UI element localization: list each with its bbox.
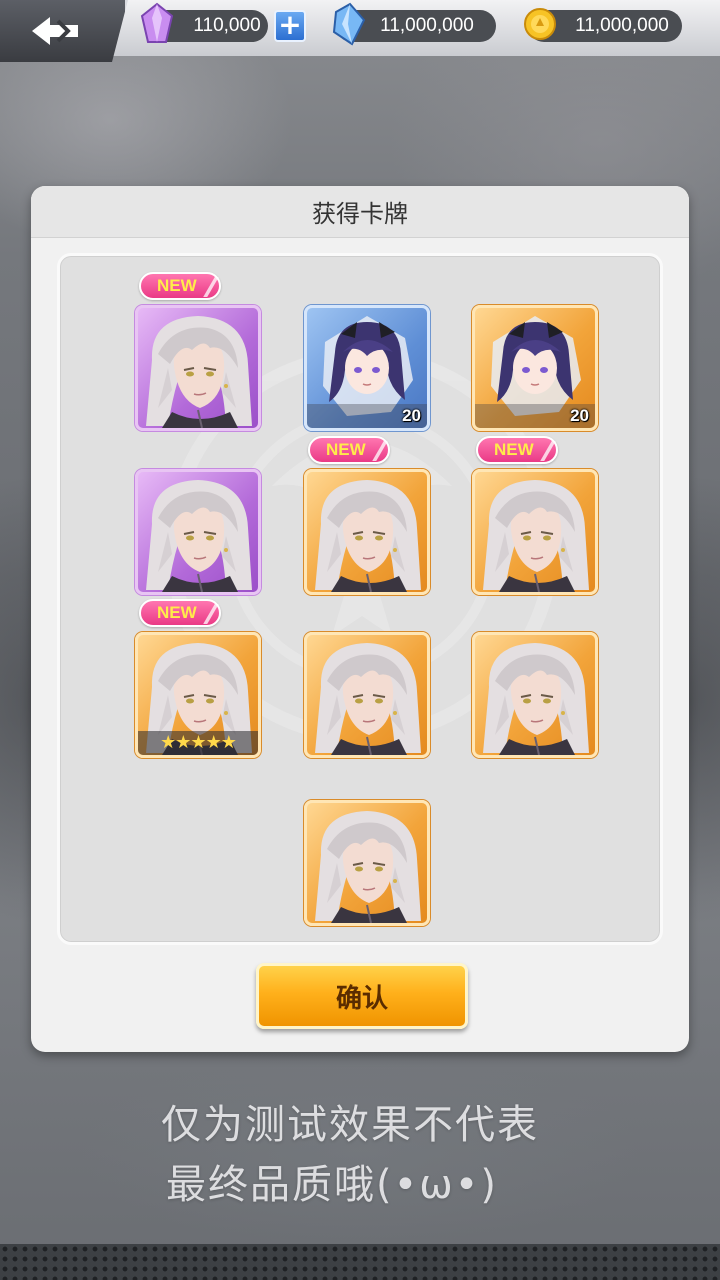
- silver-hair-man-portrait-icon: [483, 480, 589, 592]
- reward-card[interactable]: [472, 469, 598, 595]
- purple-gem-icon: [140, 2, 174, 43]
- crystal-amount: 11,000,000: [380, 15, 474, 36]
- reward-card[interactable]: 20: [472, 305, 598, 431]
- blue-crystal-icon: [332, 2, 366, 46]
- silver-hair-man-portrait-icon: [146, 316, 252, 428]
- disclaimer-line-1: 仅为测试效果不代表: [161, 1102, 539, 1148]
- reward-card[interactable]: [472, 632, 598, 758]
- reward-card[interactable]: 20: [304, 305, 430, 431]
- reward-card[interactable]: [304, 800, 430, 926]
- silver-hair-man-portrait-icon: [315, 643, 421, 755]
- gold-coin-icon: [524, 8, 556, 40]
- silver-hair-man-portrait-icon: [315, 811, 421, 923]
- silver-hair-man-portrait-icon: [146, 480, 252, 592]
- reward-card[interactable]: [304, 469, 430, 595]
- card-count: 20: [570, 406, 589, 425]
- new-badge: NEW: [139, 599, 221, 627]
- gem-amount: 110,000: [193, 15, 261, 36]
- silver-hair-man-portrait-icon: [483, 643, 589, 755]
- dialog-header: 获得卡牌: [31, 186, 689, 238]
- reward-card[interactable]: [135, 469, 261, 595]
- coin-amount: 11,000,000: [575, 15, 669, 36]
- dialog-title: 获得卡牌: [312, 200, 408, 228]
- new-badge: NEW: [476, 436, 558, 464]
- reward-card[interactable]: ★★★★★: [135, 632, 261, 758]
- star-rating: ★★★★★: [138, 731, 258, 755]
- confirm-label: 确认: [335, 983, 388, 1014]
- plus-icon: +: [278, 8, 302, 41]
- confirm-button[interactable]: 确认: [256, 963, 468, 1029]
- reward-card[interactable]: [135, 305, 261, 431]
- card-count: 20: [402, 406, 421, 425]
- disclaimer-line-2: 最终品质哦(•ω•): [166, 1162, 498, 1208]
- silver-hair-man-portrait-icon: [315, 480, 421, 592]
- add-gems-button[interactable]: +: [274, 10, 306, 42]
- back-button[interactable]: [0, 0, 128, 62]
- back-icon: [31, 17, 78, 45]
- new-badge: NEW: [308, 436, 390, 464]
- bottom-decoration: [0, 1244, 720, 1280]
- new-badge: NEW: [139, 272, 221, 300]
- reward-card[interactable]: [304, 632, 430, 758]
